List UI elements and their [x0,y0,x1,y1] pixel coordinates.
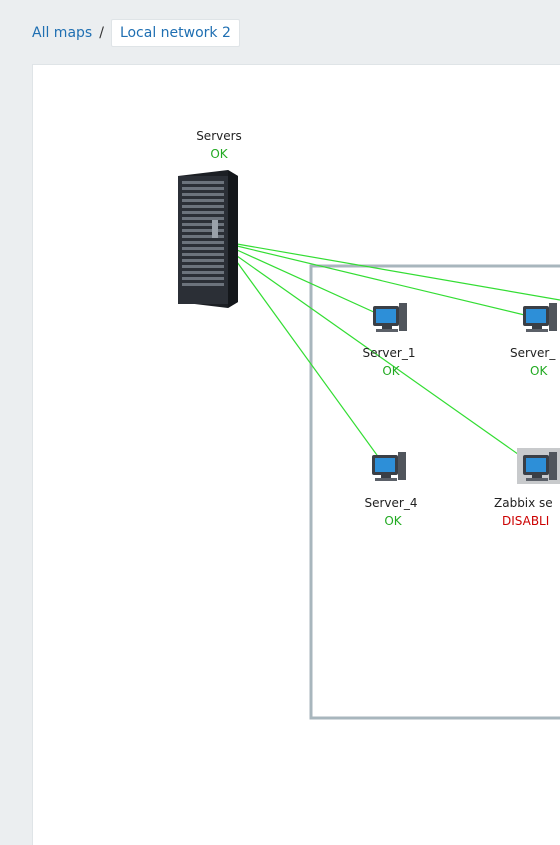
element-status: OK [382,364,400,378]
element-name: Server_ [510,346,556,360]
element-name: Server_4 [365,496,418,510]
map-element-servers[interactable]: Servers OK [178,129,242,308]
workstation-disabled-icon [517,448,560,484]
network-map: Servers OK Server_1 OK Server_ OK Server… [178,129,560,720]
map-element-zabbix-server[interactable]: Zabbix se DISABLI [494,448,560,528]
map-element-server-2[interactable]: Server_ OK [510,303,557,378]
element-status: OK [210,147,228,161]
element-status: DISABLI [502,514,549,528]
element-status: OK [384,514,402,528]
map-element-server-4[interactable]: Server_4 OK [365,452,418,528]
element-name: Zabbix se [494,496,553,510]
map-element-server-1[interactable]: Server_1 OK [363,303,416,378]
element-name: Server_1 [363,346,416,360]
workstation-icon [523,303,557,332]
element-status: OK [530,364,548,378]
workstation-icon [372,452,406,481]
workstation-icon [373,303,407,332]
server-rack-icon [178,170,238,308]
element-name: Servers [196,129,242,143]
